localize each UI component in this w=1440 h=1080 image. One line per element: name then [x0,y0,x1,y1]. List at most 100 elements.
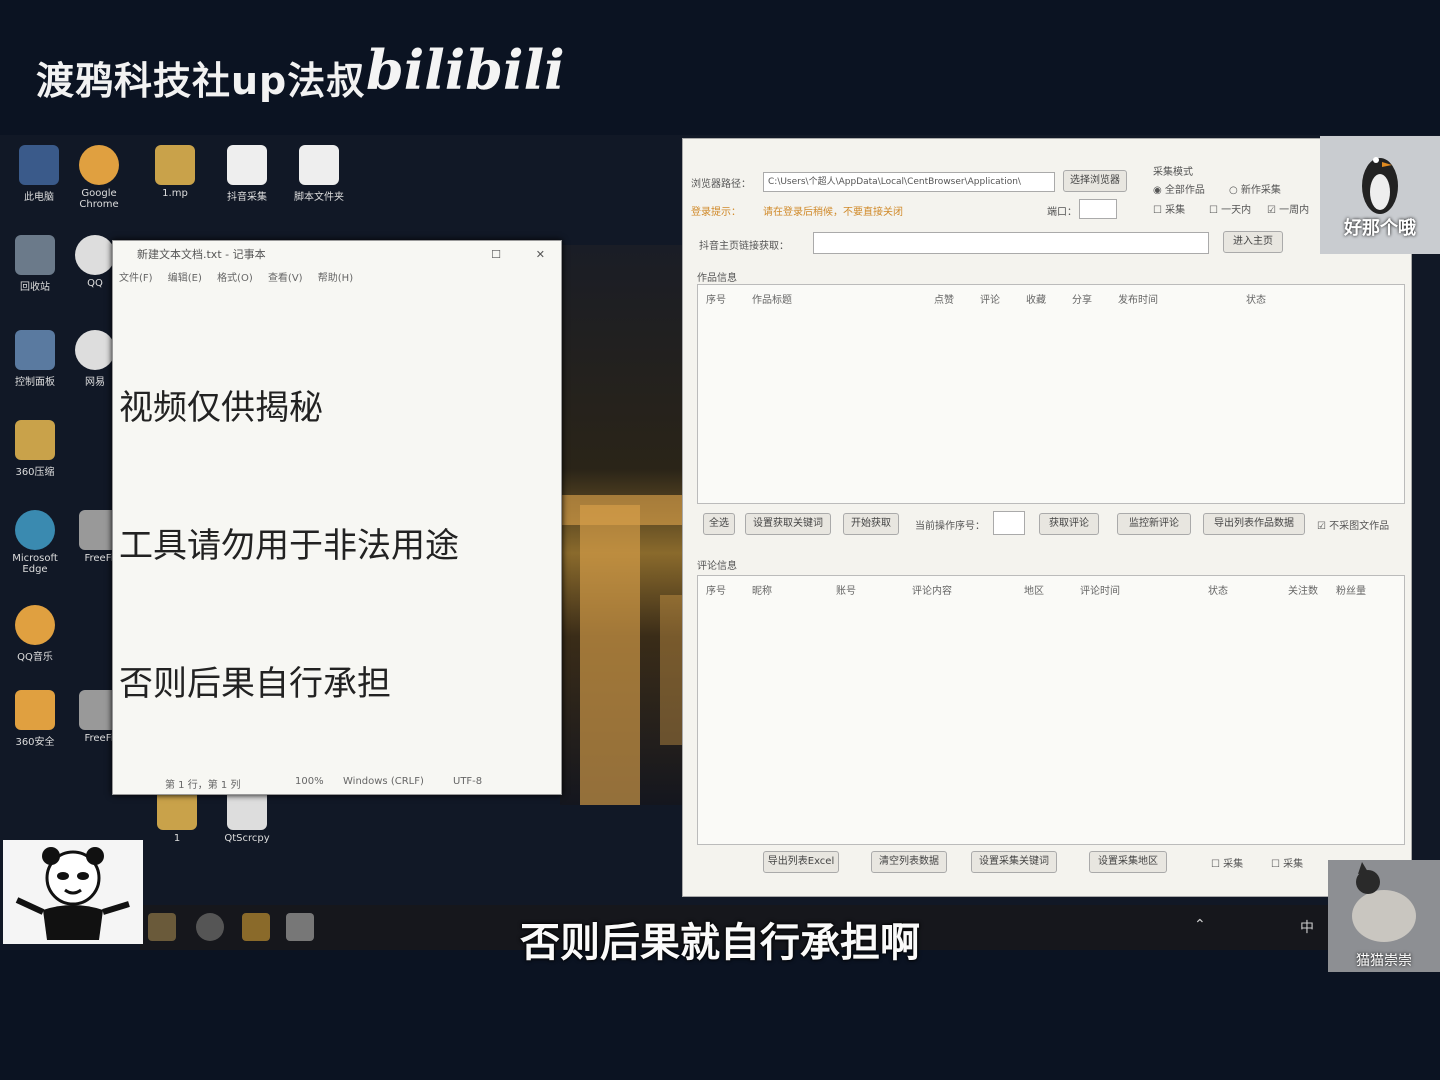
file-icon [299,145,339,185]
checkbox-one-day[interactable]: ☐ 一天内 [1209,201,1251,216]
works-col-likes[interactable]: 点赞 [934,291,954,306]
menu-edit[interactable]: 编辑(E) [168,273,202,284]
bilibili-logo: bilibili [366,38,565,102]
status-eol: Windows (CRLF) [343,776,424,787]
zip-icon [15,420,55,460]
works-col-publish-time[interactable]: 发布时间 [1118,291,1158,306]
radio-all-works[interactable]: ◉ 全部作品 [1153,181,1205,196]
video-subtitle: 否则后果就自行承担啊 [520,920,920,966]
works-section-label: 作品信息 [697,273,737,284]
status-encoding: UTF-8 [453,776,483,787]
notepad-text-area[interactable]: 视频仅供揭秘 工具请勿用于非法用途 否则后果自行承担 [113,289,561,803]
comments-col-region[interactable]: 地区 [1024,582,1044,597]
comments-col-following[interactable]: 关注数 [1288,582,1318,597]
computer-icon [19,145,59,185]
collect-checkbox-2[interactable]: ☐ 采集 [1271,855,1303,870]
comments-col-index[interactable]: 序号 [706,582,726,597]
fetch-comments-button[interactable]: 获取评论 [1039,513,1099,535]
current-index-input[interactable] [993,511,1025,535]
avatar-top-name: 好那个哦 [1344,218,1416,239]
export-excel-button[interactable]: 导出列表Excel [763,851,839,873]
browser-path-label: 浏览器路径： [691,179,751,190]
set-keyword-button[interactable]: 设置获取关键词 [745,513,831,535]
menu-view[interactable]: 查看(V) [268,273,303,284]
channel-title: 渡鸦科技社up法叔 [36,59,366,103]
collect-mode-label: 采集模式 [1153,167,1193,178]
select-all-button[interactable]: 全选 [703,513,735,535]
douyin-tool-window[interactable]: 浏览器路径： C:\Users\个超人\AppData\Local\CentBr… [682,138,1412,897]
close-icon[interactable]: ✕ [536,241,545,269]
browser-path-input[interactable]: C:\Users\个超人\AppData\Local\CentBrowser\A… [763,172,1055,192]
works-col-comments[interactable]: 评论 [980,291,1000,306]
port-input[interactable] [1079,199,1117,219]
desktop-icon-360zip[interactable]: 360压缩 [0,420,70,478]
edge-icon [15,510,55,550]
maximize-icon[interactable]: ☐ [491,241,501,269]
desktop-icon-chrome[interactable]: Google Chrome [64,145,134,210]
desktop-icon-qqmusic[interactable]: QQ音乐 [0,605,70,663]
homepage-label: 抖音主页链接获取： [699,241,789,252]
works-col-shares[interactable]: 分享 [1072,291,1092,306]
notepad-statusbar: 第 1 行，第 1 列 100% Windows (CRLF) UTF-8 [113,776,561,792]
shield-icon [15,690,55,730]
works-table[interactable]: 序号 作品标题 点赞 评论 收藏 分享 发布时间 状态 [697,284,1405,504]
comments-col-content[interactable]: 评论内容 [912,582,952,597]
notepad-window[interactable]: 新建文本文档.txt - 记事本 ☐ ✕ 文件(F) 编辑(E) 格式(O) 查… [112,240,562,795]
works-col-index[interactable]: 序号 [706,291,726,306]
menu-file[interactable]: 文件(F) [119,273,153,284]
collect-checkbox-1[interactable]: ☐ 采集 [1211,855,1243,870]
notepad-menubar: 文件(F) 编辑(E) 格式(O) 查看(V) 帮助(H) [113,269,561,289]
port-label: 端口： [1047,207,1077,218]
streamer-avatar-top: 好那个哦 [1320,136,1440,254]
desktop-icon-mp[interactable]: 1.mp [140,145,210,199]
notepad-titlebar[interactable]: 新建文本文档.txt - 记事本 ☐ ✕ [113,241,561,269]
set-collect-keyword-button[interactable]: 设置采集关键词 [971,851,1057,873]
checkbox-one-week[interactable]: ☑ 一周内 [1267,201,1309,216]
select-browser-button[interactable]: 选择浏览器 [1063,170,1127,192]
comments-section-label: 评论信息 [697,561,737,572]
monitor-comments-button[interactable]: 监控新评论 [1117,513,1191,535]
comments-col-account[interactable]: 账号 [836,582,856,597]
control-panel-icon [15,330,55,370]
text-line: 否则后果自行承担 [119,664,391,704]
works-col-status[interactable]: 状态 [1246,291,1266,306]
set-region-button[interactable]: 设置采集地区 [1089,851,1167,873]
clear-list-button[interactable]: 清空列表数据 [871,851,947,873]
menu-help[interactable]: 帮助(H) [318,273,353,284]
penguin-icon [1362,157,1398,214]
qq-icon [75,235,115,275]
current-index-label: 当前操作序号： [915,521,985,532]
notepad-title: 新建文本文档.txt - 记事本 [137,248,266,261]
text-line: 视频仅供揭秘 [119,388,323,428]
works-col-title[interactable]: 作品标题 [752,291,792,306]
status-zoom: 100% [295,776,324,787]
desktop-icon-douyin[interactable]: 抖音采集 [212,145,282,203]
homepage-input[interactable] [813,232,1209,254]
status-position: 第 1 行，第 1 列 [165,780,241,791]
chrome-icon [79,145,119,185]
menu-format[interactable]: 格式(O) [217,273,253,284]
file-icon [227,145,267,185]
folder-icon [155,145,195,185]
desktop-icon-script[interactable]: 脚本文件夹 [284,145,354,203]
music-icon [15,605,55,645]
radio-new-works[interactable]: ○ 新作采集 [1229,181,1281,196]
comments-col-time[interactable]: 评论时间 [1080,582,1120,597]
recycle-bin-icon [15,235,55,275]
hint-text: 请在登录后稍候，不要直接关闭 [763,207,903,218]
skip-images-checkbox[interactable]: ☑ 不采图文作品 [1317,517,1389,532]
hint-label: 登录提示： [691,207,741,218]
works-col-favorites[interactable]: 收藏 [1026,291,1046,306]
comments-table[interactable]: 序号 昵称 账号 评论内容 地区 评论时间 状态 关注数 粉丝量 [697,575,1405,845]
start-fetch-button[interactable]: 开始获取 [843,513,899,535]
enter-homepage-button[interactable]: 进入主页 [1223,231,1283,253]
comments-col-status[interactable]: 状态 [1208,582,1228,597]
export-works-button[interactable]: 导出列表作品数据 [1203,513,1305,535]
comments-col-followers[interactable]: 粉丝量 [1336,582,1366,597]
checkbox-collect[interactable]: ☐ 采集 [1153,201,1185,216]
desktop-icon-edge[interactable]: Microsoft Edge [0,510,70,575]
text-line: 工具请勿用于非法用途 [119,526,459,566]
comments-col-nickname[interactable]: 昵称 [752,582,772,597]
desktop-icon-360safe[interactable]: 360安全 [0,690,70,748]
netease-icon [75,330,115,370]
